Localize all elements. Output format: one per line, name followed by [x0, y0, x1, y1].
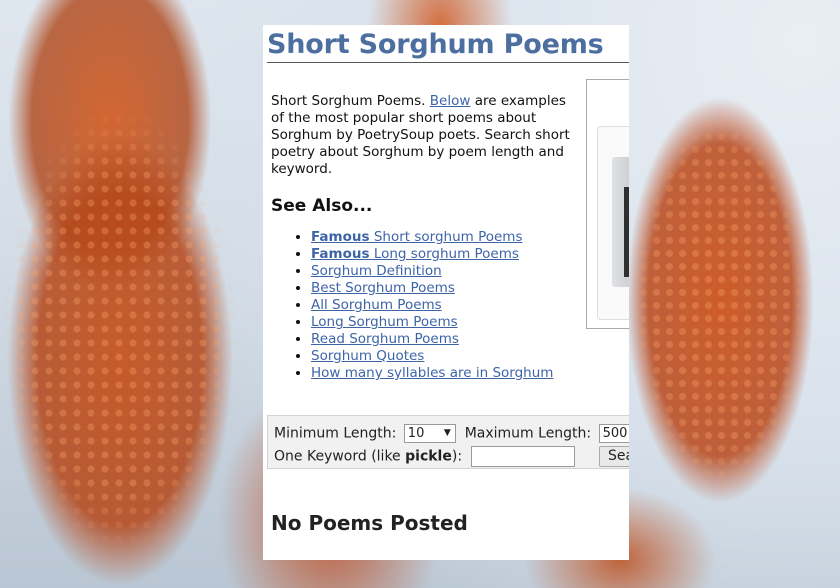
printer-image-shadow: [624, 187, 629, 277]
search-button[interactable]: Search: [598, 446, 629, 467]
chevron-down-icon: ▼: [443, 428, 451, 438]
intro-paragraph: Short Sorghum Poems. Below are examples …: [271, 93, 577, 178]
sorghum-definition-link[interactable]: Sorghum Definition: [311, 263, 442, 279]
list-item: Famous Long sorghum Poems: [311, 246, 553, 263]
intro-text-prefix: Short Sorghum Poems.: [271, 93, 430, 109]
list-item: Famous Short sorghum Poems: [311, 229, 553, 246]
page-title: Short Sorghum Poems: [267, 29, 629, 63]
list-item: All Sorghum Poems: [311, 297, 553, 314]
read-sorghum-poems-link[interactable]: Read Sorghum Poems: [311, 331, 459, 347]
keyword-input[interactable]: [470, 446, 575, 467]
content-panel: Short Sorghum Poems Short Sorghum Poems.…: [263, 25, 629, 560]
see-also-heading: See Also...: [271, 196, 373, 216]
best-sorghum-poems-link[interactable]: Best Sorghum Poems: [311, 280, 455, 296]
sorghum-quotes-link[interactable]: Sorghum Quotes: [311, 348, 424, 364]
ad-frame[interactable]: [586, 79, 629, 329]
long-sorghum-poems-link[interactable]: Long Sorghum Poems: [311, 314, 458, 330]
max-length-value: 500: [602, 426, 628, 441]
see-also-list: Famous Short sorghum Poems Famous Long s…: [271, 229, 553, 382]
ad-card[interactable]: [597, 126, 629, 320]
all-sorghum-poems-link[interactable]: All Sorghum Poems: [311, 297, 442, 313]
list-item: Sorghum Definition: [311, 263, 553, 280]
min-length-value: 10: [407, 426, 425, 441]
below-link[interactable]: Below: [430, 93, 471, 109]
keyword-label: One Keyword (like pickle):: [274, 448, 463, 465]
keyword-row: One Keyword (like pickle): Search: [274, 446, 629, 467]
max-length-select[interactable]: 500: [598, 424, 629, 443]
list-item: Long Sorghum Poems: [311, 314, 553, 331]
syllables-link[interactable]: How many syllables are in Sorghum: [311, 365, 553, 381]
list-item: Best Sorghum Poems: [311, 280, 553, 297]
min-length-label: Minimum Length:: [274, 425, 397, 442]
max-length-label: Maximum Length:: [464, 425, 592, 442]
list-item: How many syllables are in Sorghum: [311, 365, 553, 382]
empty-state-message: No Poems Posted: [271, 511, 468, 535]
list-item: Read Sorghum Poems: [311, 331, 553, 348]
list-item: Sorghum Quotes: [311, 348, 553, 365]
famous-long-sorghum-poems-link[interactable]: Famous Long sorghum Poems: [311, 246, 519, 262]
min-length-select[interactable]: 10 ▼: [403, 424, 456, 443]
length-row: Minimum Length: 10 ▼ Maximum Length: 500: [274, 424, 629, 443]
famous-short-sorghum-poems-link[interactable]: Famous Short sorghum Poems: [311, 229, 522, 245]
search-form: Minimum Length: 10 ▼ Maximum Length: 500 …: [267, 415, 629, 469]
